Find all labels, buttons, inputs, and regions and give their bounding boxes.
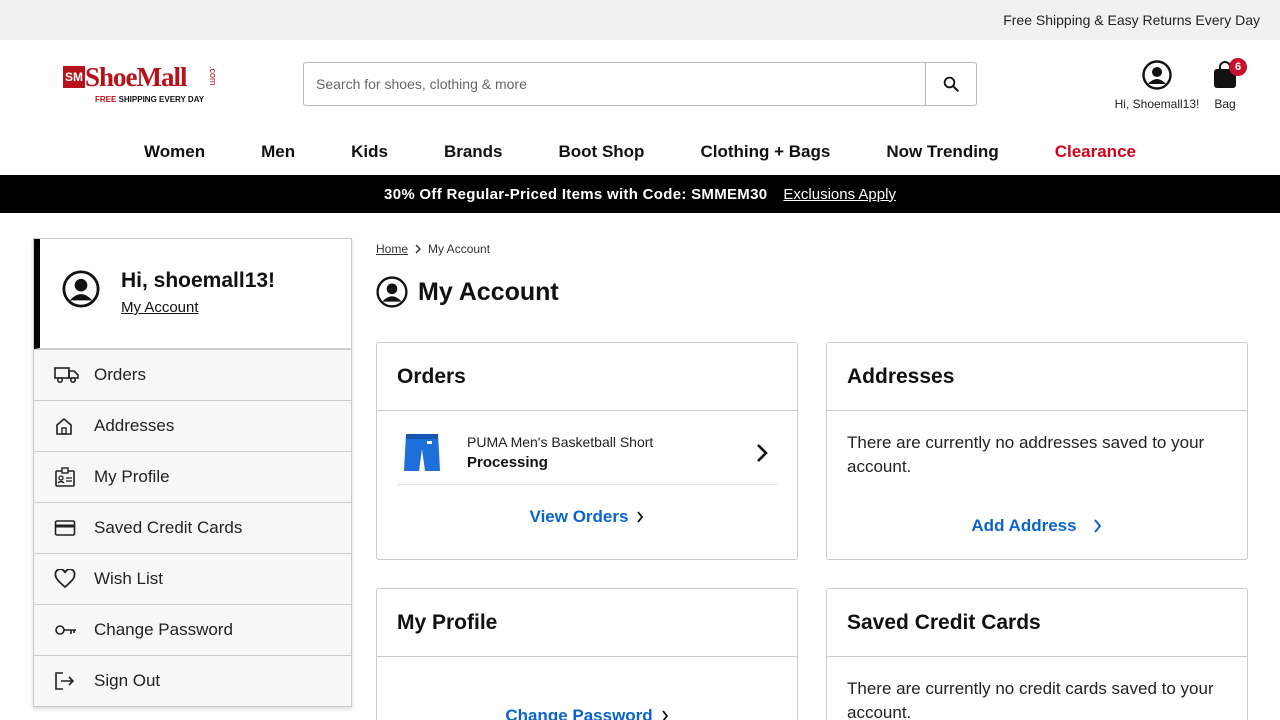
nav-women[interactable]: Women [116,142,233,162]
sidebar-item-my-profile[interactable]: My Profile [34,451,351,502]
nav-clothing-bags[interactable]: Clothing + Bags [672,142,858,162]
credit-card-icon [54,520,76,536]
order-item-name: PUMA Men's Basketball Short [467,434,654,450]
user-circle-icon [1142,60,1172,90]
add-address-link[interactable]: Add Address [847,516,1227,536]
exclusions-link[interactable]: Exclusions Apply [783,186,896,203]
my-profile-card-title: My Profile [377,589,797,657]
sidebar-item-label: Sign Out [94,671,161,690]
sidebar-item-addresses[interactable]: Addresses [34,400,351,451]
main-nav: Women Men Kids Brands Boot Shop Clothing… [0,128,1280,175]
chevron-right-icon [1093,519,1101,533]
shipping-message: Free Shipping & Easy Returns Every Day [1003,12,1260,28]
bag-count-badge: 6 [1229,58,1247,76]
breadcrumb: Home My Account [376,242,1248,256]
shopping-bag[interactable]: 6 Bag [1206,58,1247,111]
promo-banner: 30% Off Regular-Priced Items with Code: … [0,175,1280,213]
heart-icon [54,569,76,589]
logo-wordmark: ShoeMall [85,62,188,92]
truck-icon [54,367,79,384]
breadcrumb-current: My Account [428,242,491,256]
view-orders-link[interactable]: View Orders [397,507,777,527]
chevron-right-icon[interactable] [755,443,769,463]
sidebar-item-orders[interactable]: Orders [34,349,351,400]
sidebar-header: Hi, shoemall13! My Account [34,239,351,349]
nav-kids[interactable]: Kids [323,142,416,162]
sidebar-item-sign-out[interactable]: Sign Out [34,655,351,706]
saved-credit-cards-card: Saved Credit Cards There are currently n… [826,588,1248,720]
sidebar-item-label: Addresses [94,416,175,435]
user-circle-icon [376,276,408,308]
promo-text: 30% Off Regular-Priced Items with Code: … [384,185,768,203]
sidebar-item-label: Orders [94,365,146,384]
nav-boot-shop[interactable]: Boot Shop [531,142,673,162]
account-label: Hi, Shoemall13! [1114,97,1200,111]
orders-card-title: Orders [377,343,797,411]
search-input[interactable] [304,63,925,105]
top-announcement-bar: Free Shipping & Easy Returns Every Day [0,0,1280,40]
search-icon [943,76,959,92]
sidebar-my-account-link[interactable]: My Account [121,299,199,316]
nav-men[interactable]: Men [233,142,323,162]
nav-clearance[interactable]: Clearance [1027,142,1164,162]
addresses-card: Addresses There are currently no address… [826,342,1248,560]
my-profile-card: My Profile Change Password [376,588,798,720]
change-password-link[interactable]: Change Password [397,706,777,720]
sidebar-item-label: Wish List [94,569,163,588]
user-circle-icon [62,270,100,308]
add-address-label: Add Address [971,516,1077,535]
addresses-card-title: Addresses [827,343,1247,411]
site-header: SM ShoeMall .com FREE SHIPPING EVERY DAY… [0,40,1280,128]
addresses-empty-message: There are currently no addresses saved t… [847,433,1205,476]
key-icon [55,625,76,635]
order-thumbnail [397,431,447,475]
shorts-image [404,433,440,471]
breadcrumb-home[interactable]: Home [376,242,408,256]
nav-now-trending[interactable]: Now Trending [858,142,1026,162]
page-title: My Account [376,276,1248,308]
search-bar [303,62,977,106]
chevron-right-icon [637,511,644,523]
order-status: Processing [467,454,548,471]
saved-credit-cards-card-title: Saved Credit Cards [827,589,1247,657]
change-password-label: Change Password [505,706,653,720]
credit-cards-empty-message: There are currently no credit cards save… [847,679,1214,720]
account-menu[interactable]: Hi, Shoemall13! [1108,60,1206,111]
shoemall-logo[interactable]: SM ShoeMall .com FREE SHIPPING EVERY DAY [63,62,223,106]
view-orders-label: View Orders [529,507,629,526]
sidebar-greeting: Hi, shoemall13! [121,269,276,292]
page-title-text: My Account [418,277,559,306]
chevron-right-icon [661,710,668,720]
id-card-icon [55,467,75,487]
account-sidebar: Hi, shoemall13! My Account Orders Addres… [33,238,352,707]
sign-out-icon [55,672,75,690]
sidebar-item-wish-list[interactable]: Wish List [34,553,351,604]
sidebar-item-label: Saved Credit Cards [94,518,243,537]
search-button[interactable] [925,63,976,105]
home-icon [56,417,72,435]
order-item[interactable]: PUMA Men's Basketball Short Processing [397,421,777,485]
logo-tagline: FREE SHIPPING EVERY DAY [95,95,205,104]
orders-card: Orders PUMA Men's Basketball Short Proce… [376,342,798,560]
sidebar-item-label: Change Password [94,620,233,639]
chevron-right-icon [415,244,422,254]
sidebar-item-label: My Profile [94,467,170,486]
logo-com: .com [208,66,218,86]
logo-mark: SM [63,66,85,88]
bag-label: Bag [1214,97,1236,111]
nav-brands[interactable]: Brands [416,142,531,162]
sidebar-item-change-password[interactable]: Change Password [34,604,351,655]
sidebar-item-saved-credit-cards[interactable]: Saved Credit Cards [34,502,351,553]
account-main: Home My Account My Account [376,238,1248,308]
